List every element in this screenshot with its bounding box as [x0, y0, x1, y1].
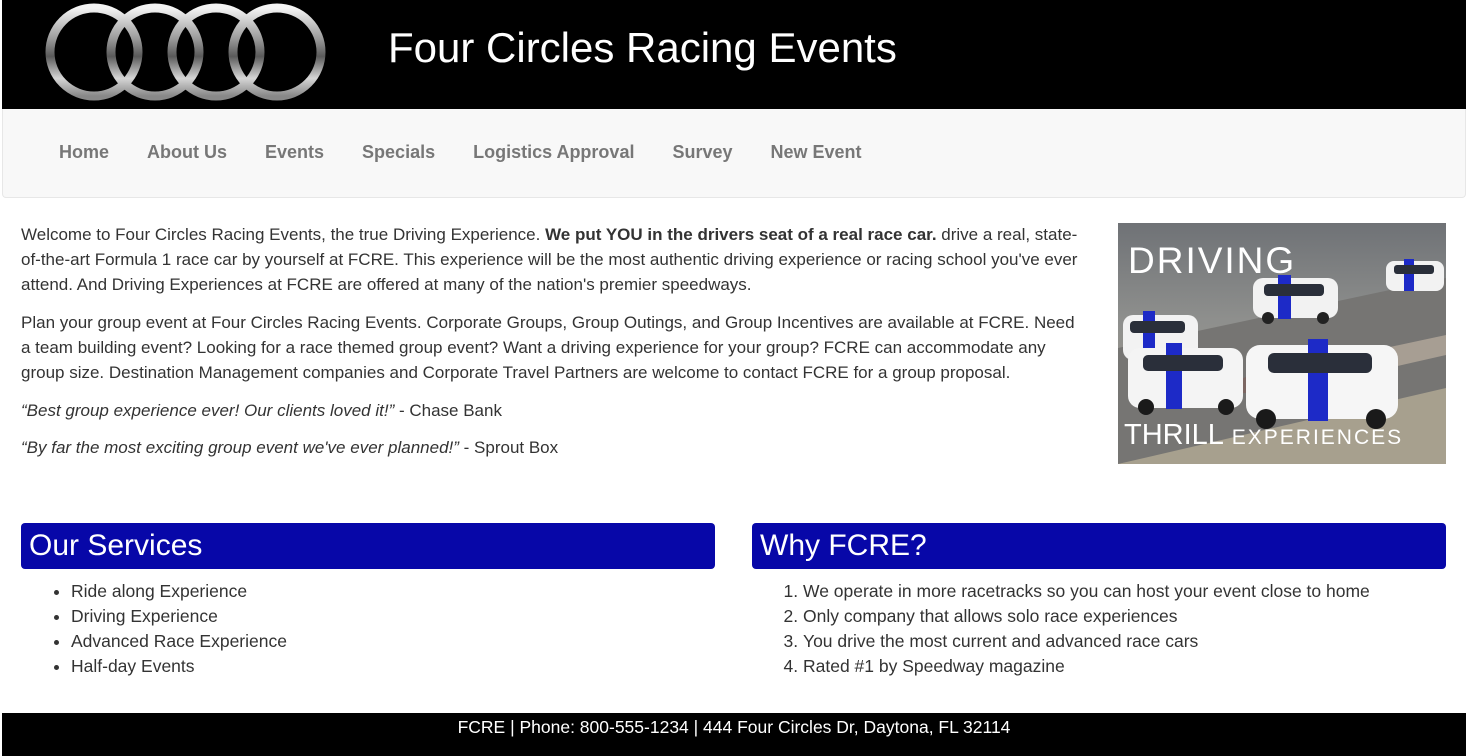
testimonial-quote: “By far the most exciting group event we… — [21, 438, 459, 457]
intro-text-start: Welcome to Four Circles Racing Events, t… — [21, 225, 546, 244]
main-navbar: Home About Us Events Specials Logistics … — [2, 109, 1466, 198]
site-header: Four Circles Racing Events — [2, 0, 1466, 109]
intro-highlight: We put YOU in the drivers seat of a real… — [545, 225, 937, 244]
list-item: Half-day Events — [71, 654, 715, 679]
list-item: Ride along Experience — [71, 579, 715, 604]
testimonial: “By far the most exciting group event we… — [21, 435, 1081, 460]
four-rings-logo-icon[interactable] — [42, 0, 332, 105]
hero-line-driving: DRIVING — [1128, 240, 1296, 281]
list-item: Advanced Race Experience — [71, 629, 715, 654]
services-list: Ride along Experience Driving Experience… — [21, 579, 715, 679]
site-title: Four Circles Racing Events — [388, 24, 897, 71]
testimonial-quote: “Best group experience ever! Our clients… — [21, 401, 395, 420]
site-footer: FCRE | Phone: 800-555-1234 | 444 Four Ci… — [2, 713, 1466, 756]
footer-contact-text: FCRE | Phone: 800-555-1234 | 444 Four Ci… — [457, 717, 1011, 737]
driving-thrill-hero-image: DRIVING THRILL EXPERIENCES — [1118, 223, 1446, 464]
nav-specials[interactable]: Specials — [343, 109, 454, 195]
testimonial-source: - Chase Bank — [394, 401, 502, 420]
list-item: Driving Experience — [71, 604, 715, 629]
hero-experiences-word: EXPERIENCES — [1224, 426, 1403, 449]
why-fcre-panel: Why FCRE? We operate in more racetracks … — [752, 523, 1446, 679]
why-heading: Why FCRE? — [752, 523, 1446, 569]
nav-events[interactable]: Events — [246, 109, 343, 195]
nav-about-us[interactable]: About Us — [128, 109, 246, 195]
why-list: We operate in more racetracks so you can… — [752, 579, 1446, 679]
list-item: Only company that allows solo race exper… — [803, 604, 1446, 629]
testimonial-source: - Sprout Box — [458, 438, 559, 457]
list-item: Rated #1 by Speedway magazine — [803, 654, 1446, 679]
intro-paragraph: Welcome to Four Circles Racing Events, t… — [21, 222, 1081, 297]
nav-survey[interactable]: Survey — [653, 109, 751, 195]
group-paragraph: Plan your group event at Four Circles Ra… — [21, 313, 1075, 382]
services-heading: Our Services — [21, 523, 715, 569]
nav-new-event[interactable]: New Event — [752, 109, 881, 195]
services-panel: Our Services Ride along Experience Drivi… — [21, 523, 715, 679]
intro-section: Welcome to Four Circles Racing Events, t… — [21, 222, 1081, 472]
hero-thrill-word: THRILL — [1124, 419, 1224, 451]
testimonial: “Best group experience ever! Our clients… — [21, 398, 1081, 423]
nav-home[interactable]: Home — [40, 109, 128, 195]
list-item: We operate in more racetracks so you can… — [803, 579, 1446, 604]
nav-logistics-approval[interactable]: Logistics Approval — [454, 109, 653, 195]
list-item: You drive the most current and advanced … — [803, 629, 1446, 654]
